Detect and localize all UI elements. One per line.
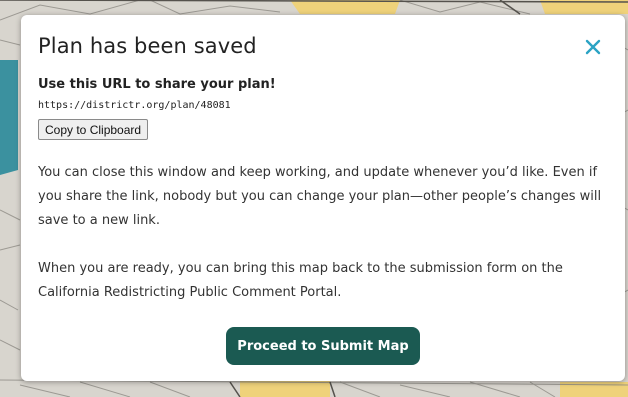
proceed-to-submit-button[interactable]: Proceed to Submit Map — [226, 327, 420, 365]
share-heading: Use this URL to share your plan! — [38, 77, 276, 92]
copy-to-clipboard-button[interactable]: Copy to Clipboard — [38, 119, 149, 140]
dialog-title: Plan has been saved — [38, 34, 257, 58]
close-button[interactable] — [583, 37, 603, 57]
save-plan-dialog: Plan has been saved Use this URL to shar… — [21, 15, 625, 381]
share-url: https://districtr.org/plan/48081 — [38, 100, 231, 111]
info-paragraph-keep-working: You can close this window and keep worki… — [38, 165, 602, 228]
info-paragraph-submission: When you are ready, you can bring this m… — [38, 261, 563, 300]
close-icon — [585, 39, 601, 55]
